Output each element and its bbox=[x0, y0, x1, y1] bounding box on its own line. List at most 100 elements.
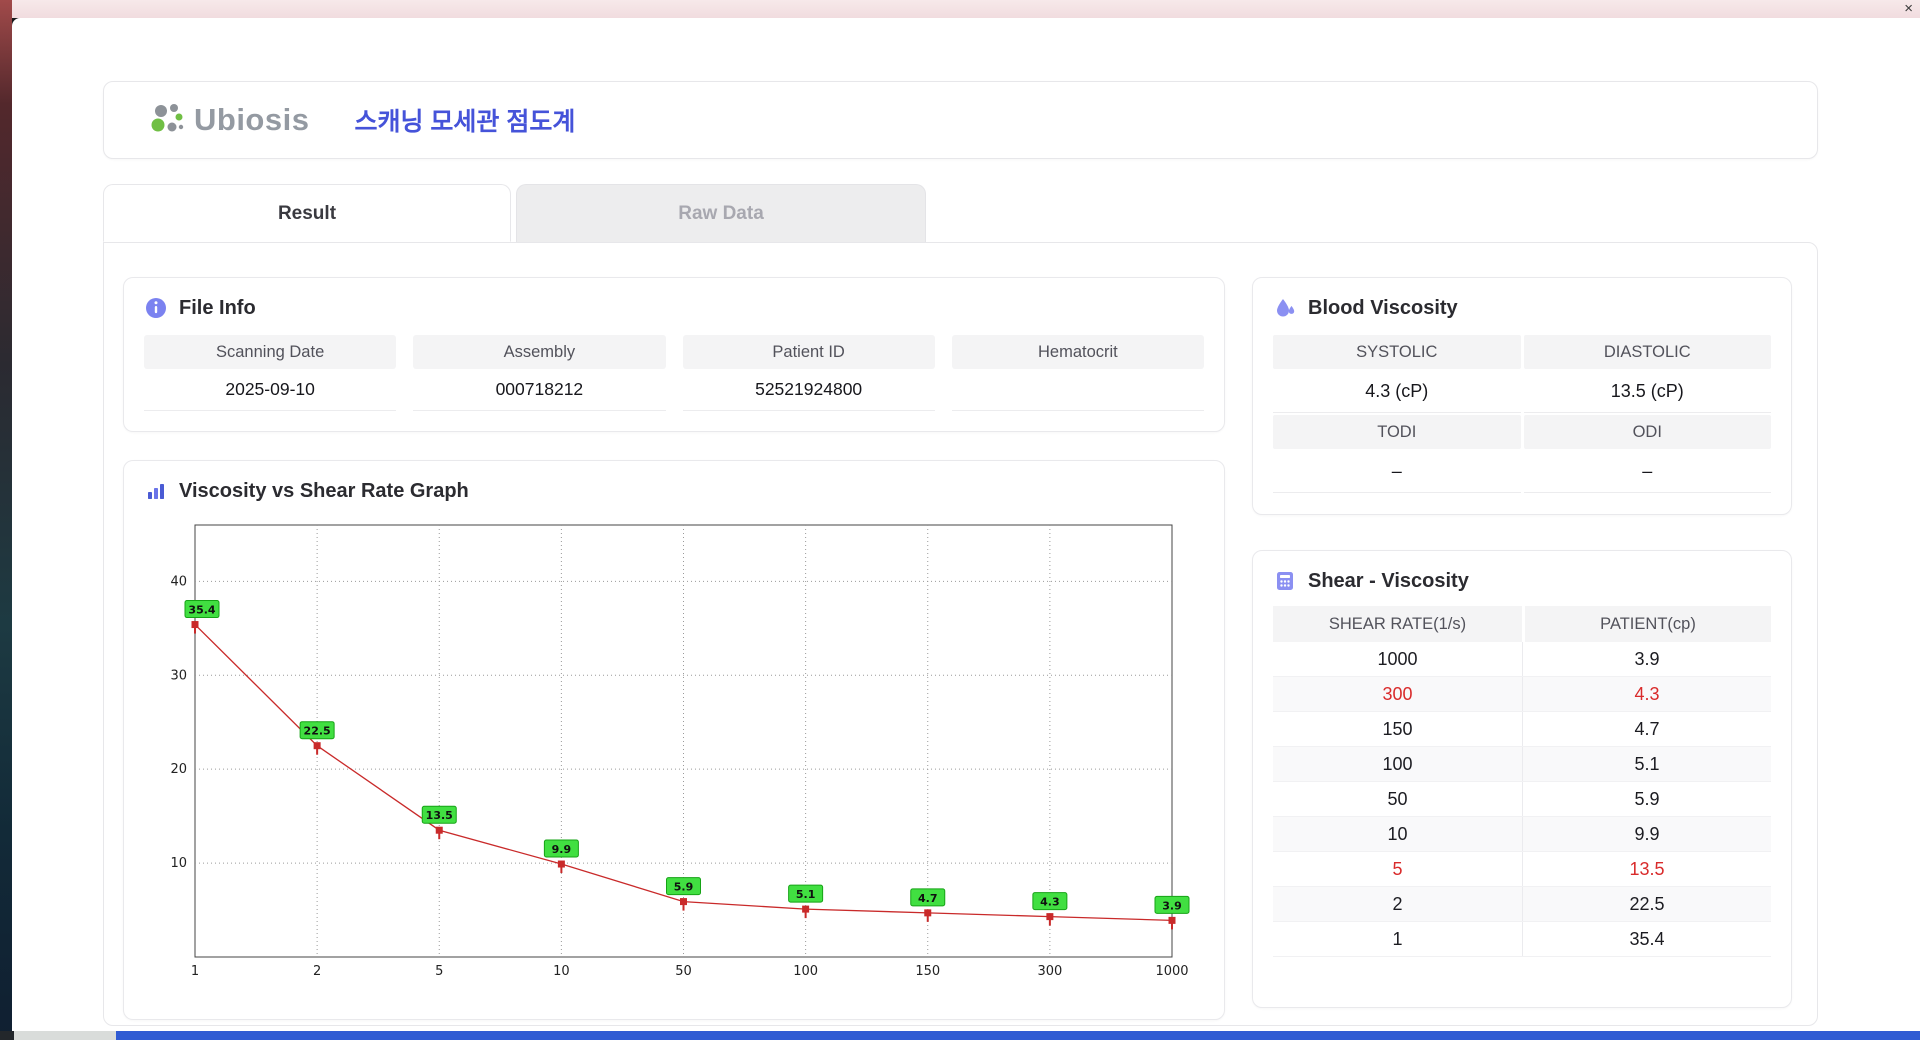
svg-text:20: 20 bbox=[170, 762, 187, 777]
field-value: 2025-09-10 bbox=[144, 369, 397, 411]
bv-value-todi: – bbox=[1273, 451, 1521, 493]
page-title: 스캐닝 모세관 점도계 bbox=[354, 108, 576, 136]
file-info-field: Hematocrit bbox=[951, 335, 1204, 411]
svg-text:3.9: 3.9 bbox=[1162, 899, 1182, 912]
close-icon[interactable]: × bbox=[1904, 0, 1913, 18]
desktop-background-left bbox=[0, 0, 12, 1040]
app-header: Ubiosis 스캐닝 모세관 점도계 bbox=[103, 81, 1818, 159]
file-info-field: Assembly 000718212 bbox=[413, 335, 666, 411]
blood-viscosity-grid: SYSTOLIC DIASTOLIC 4.3 (cP) 13.5 (cP) TO… bbox=[1273, 335, 1771, 493]
file-info-fields: Scanning Date 2025-09-10 Assembly 000718… bbox=[144, 335, 1204, 411]
bv-label-systolic: SYSTOLIC bbox=[1273, 335, 1521, 369]
shear-viscosity-row: 300 4.3 bbox=[1273, 677, 1771, 712]
shear-viscosity-row: 1000 3.9 bbox=[1273, 642, 1771, 677]
shear-table-body: 1000 3.9 300 4.3 150 4.7 100 5.1 50 5.9 10 9.9 5 13.5… bbox=[1273, 642, 1771, 957]
svg-text:30: 30 bbox=[170, 668, 187, 683]
svg-text:1000: 1000 bbox=[1155, 964, 1188, 979]
file-info-card: File Info Scanning Date 2025-09-10 Assem… bbox=[123, 277, 1225, 432]
field-value: 52521924800 bbox=[682, 369, 935, 411]
shear-viscosity-row: 1 35.4 bbox=[1273, 922, 1771, 957]
graph-title: Viscosity vs Shear Rate Graph bbox=[179, 479, 469, 502]
app-window: Ubiosis 스캐닝 모세관 점도계 Result Raw Data File… bbox=[12, 18, 1920, 1031]
left-column: File Info Scanning Date 2025-09-10 Assem… bbox=[123, 277, 1225, 1025]
tab-raw-data[interactable]: Raw Data bbox=[516, 184, 926, 242]
patient-viscosity-cell: 5.1 bbox=[1522, 747, 1771, 781]
svg-text:5.1: 5.1 bbox=[796, 888, 816, 901]
bv-label-todi: TODI bbox=[1273, 415, 1521, 449]
bv-value-odi: – bbox=[1523, 451, 1771, 493]
file-info-field: Patient ID 52521924800 bbox=[682, 335, 935, 411]
calculator-icon bbox=[1277, 572, 1293, 590]
column-header-shear-rate: SHEAR RATE(1/s) bbox=[1273, 606, 1522, 642]
blood-viscosity-card: Blood Viscosity SYSTOLIC DIASTOLIC 4.3 (… bbox=[1252, 277, 1792, 515]
shear-rate-cell: 100 bbox=[1382, 753, 1413, 774]
droplet-icon bbox=[1277, 299, 1295, 317]
svg-text:40: 40 bbox=[170, 574, 187, 589]
svg-text:100: 100 bbox=[793, 964, 818, 979]
svg-text:150: 150 bbox=[915, 964, 940, 979]
shear-viscosity-row: 100 5.1 bbox=[1273, 747, 1771, 782]
shear-viscosity-title: Shear - Viscosity bbox=[1308, 569, 1469, 592]
svg-text:13.5: 13.5 bbox=[426, 809, 453, 822]
file-info-title: File Info bbox=[179, 296, 256, 319]
tab-result[interactable]: Result bbox=[103, 184, 511, 242]
svg-text:22.5: 22.5 bbox=[304, 725, 331, 738]
viscosity-graph-card: Viscosity vs Shear Rate Graph 1 2 5 10 50 100… bbox=[123, 460, 1225, 1020]
shear-rate-cell: 5 bbox=[1392, 858, 1403, 879]
svg-text:4.7: 4.7 bbox=[918, 892, 938, 905]
field-label: Patient ID bbox=[682, 335, 935, 369]
shear-rate-cell: 1 bbox=[1392, 928, 1403, 949]
bar-chart-icon bbox=[148, 484, 164, 499]
bv-label-diastolic: DIASTOLIC bbox=[1523, 335, 1771, 369]
svg-text:1: 1 bbox=[191, 964, 199, 979]
result-panel: File Info Scanning Date 2025-09-10 Assem… bbox=[103, 242, 1818, 1026]
right-column: Blood Viscosity SYSTOLIC DIASTOLIC 4.3 (… bbox=[1252, 277, 1792, 1025]
window-titlebar: × bbox=[12, 0, 1920, 18]
blood-viscosity-header: Blood Viscosity bbox=[1273, 296, 1771, 320]
patient-viscosity-cell: 9.9 bbox=[1522, 817, 1771, 851]
tab-bar: Result Raw Data bbox=[103, 184, 926, 242]
shear-viscosity-card: Shear - Viscosity SHEAR RATE(1/s) PATIEN… bbox=[1252, 550, 1792, 1008]
patient-viscosity-cell: 35.4 bbox=[1522, 922, 1771, 956]
shear-viscosity-header: Shear - Viscosity bbox=[1273, 569, 1771, 593]
svg-text:4.3: 4.3 bbox=[1040, 896, 1060, 909]
file-info-header: File Info bbox=[144, 296, 1204, 320]
svg-text:5.9: 5.9 bbox=[674, 881, 694, 894]
blood-viscosity-title: Blood Viscosity bbox=[1308, 296, 1458, 319]
field-label: Scanning Date bbox=[144, 335, 397, 369]
viscosity-shear-chart: 1 2 5 10 50 100 150 300 1000 10 20 30 40 35.4 22.5 13.5… bbox=[170, 524, 1190, 979]
svg-text:10: 10 bbox=[170, 856, 187, 871]
shear-table-header: SHEAR RATE(1/s) PATIENT(cp) bbox=[1273, 606, 1771, 642]
patient-viscosity-cell: 4.7 bbox=[1522, 712, 1771, 746]
shear-viscosity-row: 2 22.5 bbox=[1273, 887, 1771, 922]
field-value bbox=[951, 369, 1204, 411]
field-label: Hematocrit bbox=[951, 335, 1204, 369]
shear-rate-cell: 2 bbox=[1392, 893, 1403, 914]
shear-rate-cell: 10 bbox=[1387, 823, 1408, 844]
shear-viscosity-row: 50 5.9 bbox=[1273, 782, 1771, 817]
ubiosis-logo: Ubiosis bbox=[148, 100, 309, 140]
field-label: Assembly bbox=[413, 335, 666, 369]
shear-rate-cell: 1000 bbox=[1377, 648, 1418, 669]
patient-viscosity-cell: 4.3 bbox=[1522, 677, 1771, 711]
patient-viscosity-cell: 3.9 bbox=[1522, 642, 1771, 676]
info-icon bbox=[146, 298, 166, 318]
bv-label-odi: ODI bbox=[1523, 415, 1771, 449]
shear-viscosity-table: SHEAR RATE(1/s) PATIENT(cp) 1000 3.9 300 4.… bbox=[1273, 606, 1771, 957]
patient-viscosity-cell: 13.5 bbox=[1522, 852, 1771, 886]
shear-rate-cell: 300 bbox=[1382, 683, 1413, 704]
bv-value-diastolic: 13.5 (cP) bbox=[1523, 371, 1771, 413]
shear-viscosity-row: 150 4.7 bbox=[1273, 712, 1771, 747]
svg-text:35.4: 35.4 bbox=[188, 604, 215, 617]
column-header-patient: PATIENT(cp) bbox=[1522, 606, 1771, 642]
desktop-taskbar-strip bbox=[0, 1031, 1920, 1040]
svg-text:10: 10 bbox=[553, 964, 570, 979]
bv-value-systolic: 4.3 (cP) bbox=[1273, 371, 1521, 413]
graph-header: Viscosity vs Shear Rate Graph bbox=[144, 479, 1204, 503]
patient-viscosity-cell: 5.9 bbox=[1522, 782, 1771, 816]
shear-viscosity-row: 10 9.9 bbox=[1273, 817, 1771, 852]
shear-viscosity-row: 5 13.5 bbox=[1273, 852, 1771, 887]
svg-text:2: 2 bbox=[313, 964, 321, 979]
svg-text:9.9: 9.9 bbox=[552, 843, 572, 856]
svg-text:50: 50 bbox=[675, 964, 692, 979]
